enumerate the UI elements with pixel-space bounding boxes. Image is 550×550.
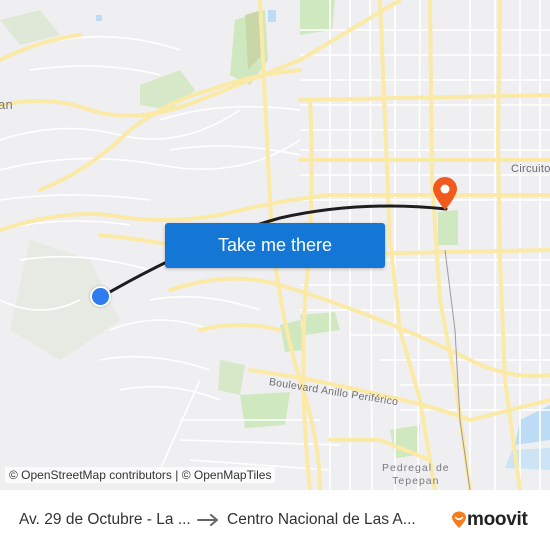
place-label-line: Tepepan	[392, 475, 440, 487]
map-pin-icon[interactable]	[432, 177, 458, 211]
attribution-separator: |	[171, 468, 182, 482]
park-area	[218, 360, 245, 395]
place-label-line: Pedregal de	[382, 462, 450, 474]
brand-name: moovit	[467, 509, 528, 530]
route-footer: Av. 29 de Octubre - La ... Centro Nacion…	[0, 490, 550, 550]
water-area	[96, 15, 102, 21]
park-area	[240, 392, 290, 428]
omt-attribution-link[interactable]: © OpenMapTiles	[182, 468, 272, 482]
place-label-pedregal: Pedregal de Tepepan	[382, 462, 450, 488]
moovit-logo[interactable]: moovit	[451, 509, 528, 531]
osm-attribution-link[interactable]: © OpenStreetMap contributors	[9, 468, 172, 482]
take-me-there-button[interactable]: Take me there	[165, 223, 385, 268]
park-area	[438, 210, 458, 245]
place-label: an	[0, 97, 14, 112]
destination-name: Centro Nacional de Las A...	[227, 511, 416, 528]
street-label-circuito: Circuito	[511, 163, 550, 175]
water-area	[268, 10, 276, 22]
origin-dot-icon[interactable]	[90, 286, 111, 307]
moovit-pin-icon	[452, 511, 466, 528]
map[interactable]: an Circuito Boulevard Anillo Periférico …	[0, 0, 550, 490]
water-area	[505, 448, 550, 470]
arrow-right-icon	[197, 514, 221, 526]
origin-stop-name: Av. 29 de Octubre - La ...	[19, 511, 191, 528]
map-attribution: © OpenStreetMap contributors | © OpenMap…	[5, 467, 276, 483]
